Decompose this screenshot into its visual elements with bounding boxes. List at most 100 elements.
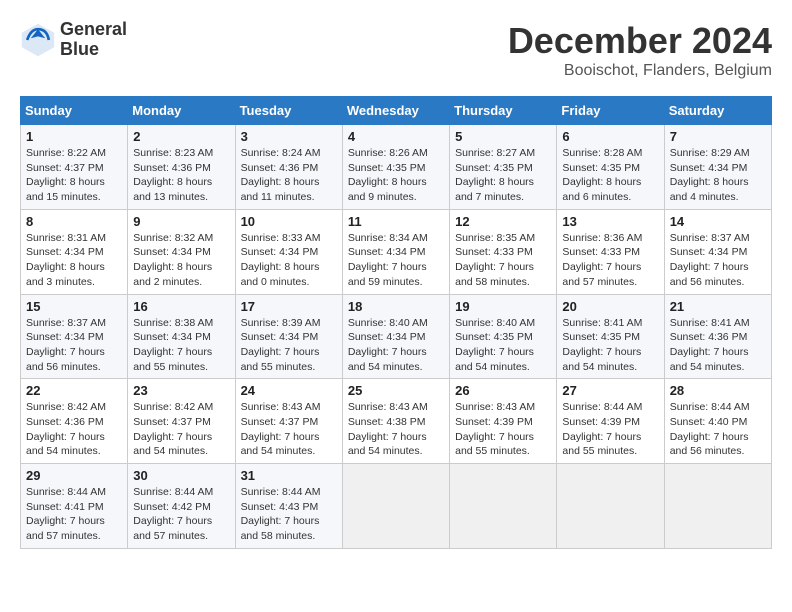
day-info: Sunrise: 8:32 AM Sunset: 4:34 PM Dayligh… bbox=[133, 231, 229, 290]
day-number: 17 bbox=[241, 299, 337, 314]
day-number: 24 bbox=[241, 383, 337, 398]
calendar-cell bbox=[450, 464, 557, 549]
day-info: Sunrise: 8:42 AM Sunset: 4:37 PM Dayligh… bbox=[133, 400, 229, 459]
calendar-cell: 24 Sunrise: 8:43 AM Sunset: 4:37 PM Dayli… bbox=[235, 379, 342, 464]
calendar-cell: 13Sunrise: 8:36 AM Sunset: 4:33 PM Dayli… bbox=[557, 209, 664, 294]
calendar-cell: 16 Sunrise: 8:38 AM Sunset: 4:34 PM Dayli… bbox=[128, 294, 235, 379]
calendar-cell: 11Sunrise: 8:34 AM Sunset: 4:34 PM Dayli… bbox=[342, 209, 449, 294]
day-info: Sunrise: 8:44 AM Sunset: 4:42 PM Dayligh… bbox=[133, 485, 229, 544]
day-number: 23 bbox=[133, 383, 229, 398]
calendar-cell: 28 Sunrise: 8:44 AM Sunset: 4:40 PM Dayli… bbox=[664, 379, 771, 464]
day-number: 9 bbox=[133, 214, 229, 229]
calendar-cell: 27 Sunrise: 8:44 AM Sunset: 4:39 PM Dayli… bbox=[557, 379, 664, 464]
day-number: 25 bbox=[348, 383, 444, 398]
day-info: Sunrise: 8:44 AM Sunset: 4:40 PM Dayligh… bbox=[670, 400, 766, 459]
weekday-header: Friday bbox=[557, 97, 664, 125]
logo: General Blue bbox=[20, 20, 127, 60]
calendar-cell bbox=[342, 464, 449, 549]
day-number: 10 bbox=[241, 214, 337, 229]
day-number: 6 bbox=[562, 129, 658, 144]
day-info: Sunrise: 8:41 AM Sunset: 4:36 PM Dayligh… bbox=[670, 316, 766, 375]
logo-icon bbox=[20, 22, 56, 58]
day-info: Sunrise: 8:24 AM Sunset: 4:36 PM Dayligh… bbox=[241, 146, 337, 205]
calendar-cell: 14 Sunrise: 8:37 AM Sunset: 4:34 PM Dayli… bbox=[664, 209, 771, 294]
calendar-cell: 12 Sunrise: 8:35 AM Sunset: 4:33 PM Dayli… bbox=[450, 209, 557, 294]
calendar-cell: 1Sunrise: 8:22 AM Sunset: 4:37 PM Daylig… bbox=[21, 125, 128, 210]
day-info: Sunrise: 8:40 AM Sunset: 4:34 PM Dayligh… bbox=[348, 316, 444, 375]
weekday-header-row: SundayMondayTuesdayWednesdayThursdayFrid… bbox=[21, 97, 772, 125]
day-number: 26 bbox=[455, 383, 551, 398]
weekday-header: Tuesday bbox=[235, 97, 342, 125]
calendar-cell: 18 Sunrise: 8:40 AM Sunset: 4:34 PM Dayli… bbox=[342, 294, 449, 379]
day-info: Sunrise: 8:29 AM Sunset: 4:34 PM Dayligh… bbox=[670, 146, 766, 205]
day-number: 30 bbox=[133, 468, 229, 483]
calendar-cell: 22Sunrise: 8:42 AM Sunset: 4:36 PM Dayli… bbox=[21, 379, 128, 464]
calendar-cell: 2 Sunrise: 8:23 AM Sunset: 4:36 PM Daylig… bbox=[128, 125, 235, 210]
calendar-cell: 4Sunrise: 8:26 AM Sunset: 4:35 PM Daylig… bbox=[342, 125, 449, 210]
weekday-header: Sunday bbox=[21, 97, 128, 125]
calendar-cell: 25Sunrise: 8:43 AM Sunset: 4:38 PM Dayli… bbox=[342, 379, 449, 464]
month-title: December 2024 bbox=[508, 20, 772, 62]
location-subtitle: Booischot, Flanders, Belgium bbox=[508, 62, 772, 80]
day-number: 21 bbox=[670, 299, 766, 314]
day-info: Sunrise: 8:40 AM Sunset: 4:35 PM Dayligh… bbox=[455, 316, 551, 375]
day-number: 15 bbox=[26, 299, 122, 314]
calendar-week-row: 15 Sunrise: 8:37 AM Sunset: 4:34 PM Dayli… bbox=[21, 294, 772, 379]
day-info: Sunrise: 8:35 AM Sunset: 4:33 PM Dayligh… bbox=[455, 231, 551, 290]
calendar-week-row: 8 Sunrise: 8:31 AM Sunset: 4:34 PM Daylig… bbox=[21, 209, 772, 294]
calendar-cell: 9 Sunrise: 8:32 AM Sunset: 4:34 PM Daylig… bbox=[128, 209, 235, 294]
calendar-cell: 7 Sunrise: 8:29 AM Sunset: 4:34 PM Daylig… bbox=[664, 125, 771, 210]
day-number: 28 bbox=[670, 383, 766, 398]
day-info: Sunrise: 8:44 AM Sunset: 4:43 PM Dayligh… bbox=[241, 485, 337, 544]
day-info: Sunrise: 8:39 AM Sunset: 4:34 PM Dayligh… bbox=[241, 316, 337, 375]
day-info: Sunrise: 8:36 AM Sunset: 4:33 PM Dayligh… bbox=[562, 231, 658, 290]
day-number: 19 bbox=[455, 299, 551, 314]
title-block: December 2024 Booischot, Flanders, Belgi… bbox=[508, 20, 772, 80]
calendar-week-row: 1Sunrise: 8:22 AM Sunset: 4:37 PM Daylig… bbox=[21, 125, 772, 210]
day-info: Sunrise: 8:23 AM Sunset: 4:36 PM Dayligh… bbox=[133, 146, 229, 205]
day-number: 7 bbox=[670, 129, 766, 144]
weekday-header: Wednesday bbox=[342, 97, 449, 125]
calendar-cell: 26 Sunrise: 8:43 AM Sunset: 4:39 PM Dayli… bbox=[450, 379, 557, 464]
day-number: 4 bbox=[348, 129, 444, 144]
day-number: 8 bbox=[26, 214, 122, 229]
day-info: Sunrise: 8:38 AM Sunset: 4:34 PM Dayligh… bbox=[133, 316, 229, 375]
day-info: Sunrise: 8:44 AM Sunset: 4:41 PM Dayligh… bbox=[26, 485, 122, 544]
weekday-header: Thursday bbox=[450, 97, 557, 125]
weekday-header: Saturday bbox=[664, 97, 771, 125]
day-number: 16 bbox=[133, 299, 229, 314]
calendar-cell: 23 Sunrise: 8:42 AM Sunset: 4:37 PM Dayli… bbox=[128, 379, 235, 464]
day-number: 18 bbox=[348, 299, 444, 314]
day-info: Sunrise: 8:43 AM Sunset: 4:39 PM Dayligh… bbox=[455, 400, 551, 459]
day-info: Sunrise: 8:37 AM Sunset: 4:34 PM Dayligh… bbox=[26, 316, 122, 375]
calendar-cell: 19 Sunrise: 8:40 AM Sunset: 4:35 PM Dayli… bbox=[450, 294, 557, 379]
calendar-cell: 29Sunrise: 8:44 AM Sunset: 4:41 PM Dayli… bbox=[21, 464, 128, 549]
day-number: 31 bbox=[241, 468, 337, 483]
calendar-cell bbox=[664, 464, 771, 549]
day-number: 5 bbox=[455, 129, 551, 144]
calendar-cell: 15 Sunrise: 8:37 AM Sunset: 4:34 PM Dayli… bbox=[21, 294, 128, 379]
day-info: Sunrise: 8:31 AM Sunset: 4:34 PM Dayligh… bbox=[26, 231, 122, 290]
calendar-cell: 3 Sunrise: 8:24 AM Sunset: 4:36 PM Daylig… bbox=[235, 125, 342, 210]
calendar-table: SundayMondayTuesdayWednesdayThursdayFrid… bbox=[20, 96, 772, 549]
weekday-header: Monday bbox=[128, 97, 235, 125]
day-number: 3 bbox=[241, 129, 337, 144]
day-number: 12 bbox=[455, 214, 551, 229]
day-info: Sunrise: 8:43 AM Sunset: 4:37 PM Dayligh… bbox=[241, 400, 337, 459]
day-info: Sunrise: 8:44 AM Sunset: 4:39 PM Dayligh… bbox=[562, 400, 658, 459]
calendar-cell: 5 Sunrise: 8:27 AM Sunset: 4:35 PM Daylig… bbox=[450, 125, 557, 210]
calendar-week-row: 22Sunrise: 8:42 AM Sunset: 4:36 PM Dayli… bbox=[21, 379, 772, 464]
day-info: Sunrise: 8:37 AM Sunset: 4:34 PM Dayligh… bbox=[670, 231, 766, 290]
day-number: 20 bbox=[562, 299, 658, 314]
logo-text: General Blue bbox=[60, 20, 127, 60]
day-info: Sunrise: 8:27 AM Sunset: 4:35 PM Dayligh… bbox=[455, 146, 551, 205]
day-number: 1 bbox=[26, 129, 122, 144]
calendar-cell: 8 Sunrise: 8:31 AM Sunset: 4:34 PM Daylig… bbox=[21, 209, 128, 294]
day-number: 14 bbox=[670, 214, 766, 229]
day-number: 2 bbox=[133, 129, 229, 144]
day-info: Sunrise: 8:41 AM Sunset: 4:35 PM Dayligh… bbox=[562, 316, 658, 375]
day-number: 27 bbox=[562, 383, 658, 398]
page-header: General Blue December 2024 Booischot, Fl… bbox=[20, 20, 772, 80]
day-info: Sunrise: 8:34 AM Sunset: 4:34 PM Dayligh… bbox=[348, 231, 444, 290]
calendar-cell: 31 Sunrise: 8:44 AM Sunset: 4:43 PM Dayli… bbox=[235, 464, 342, 549]
